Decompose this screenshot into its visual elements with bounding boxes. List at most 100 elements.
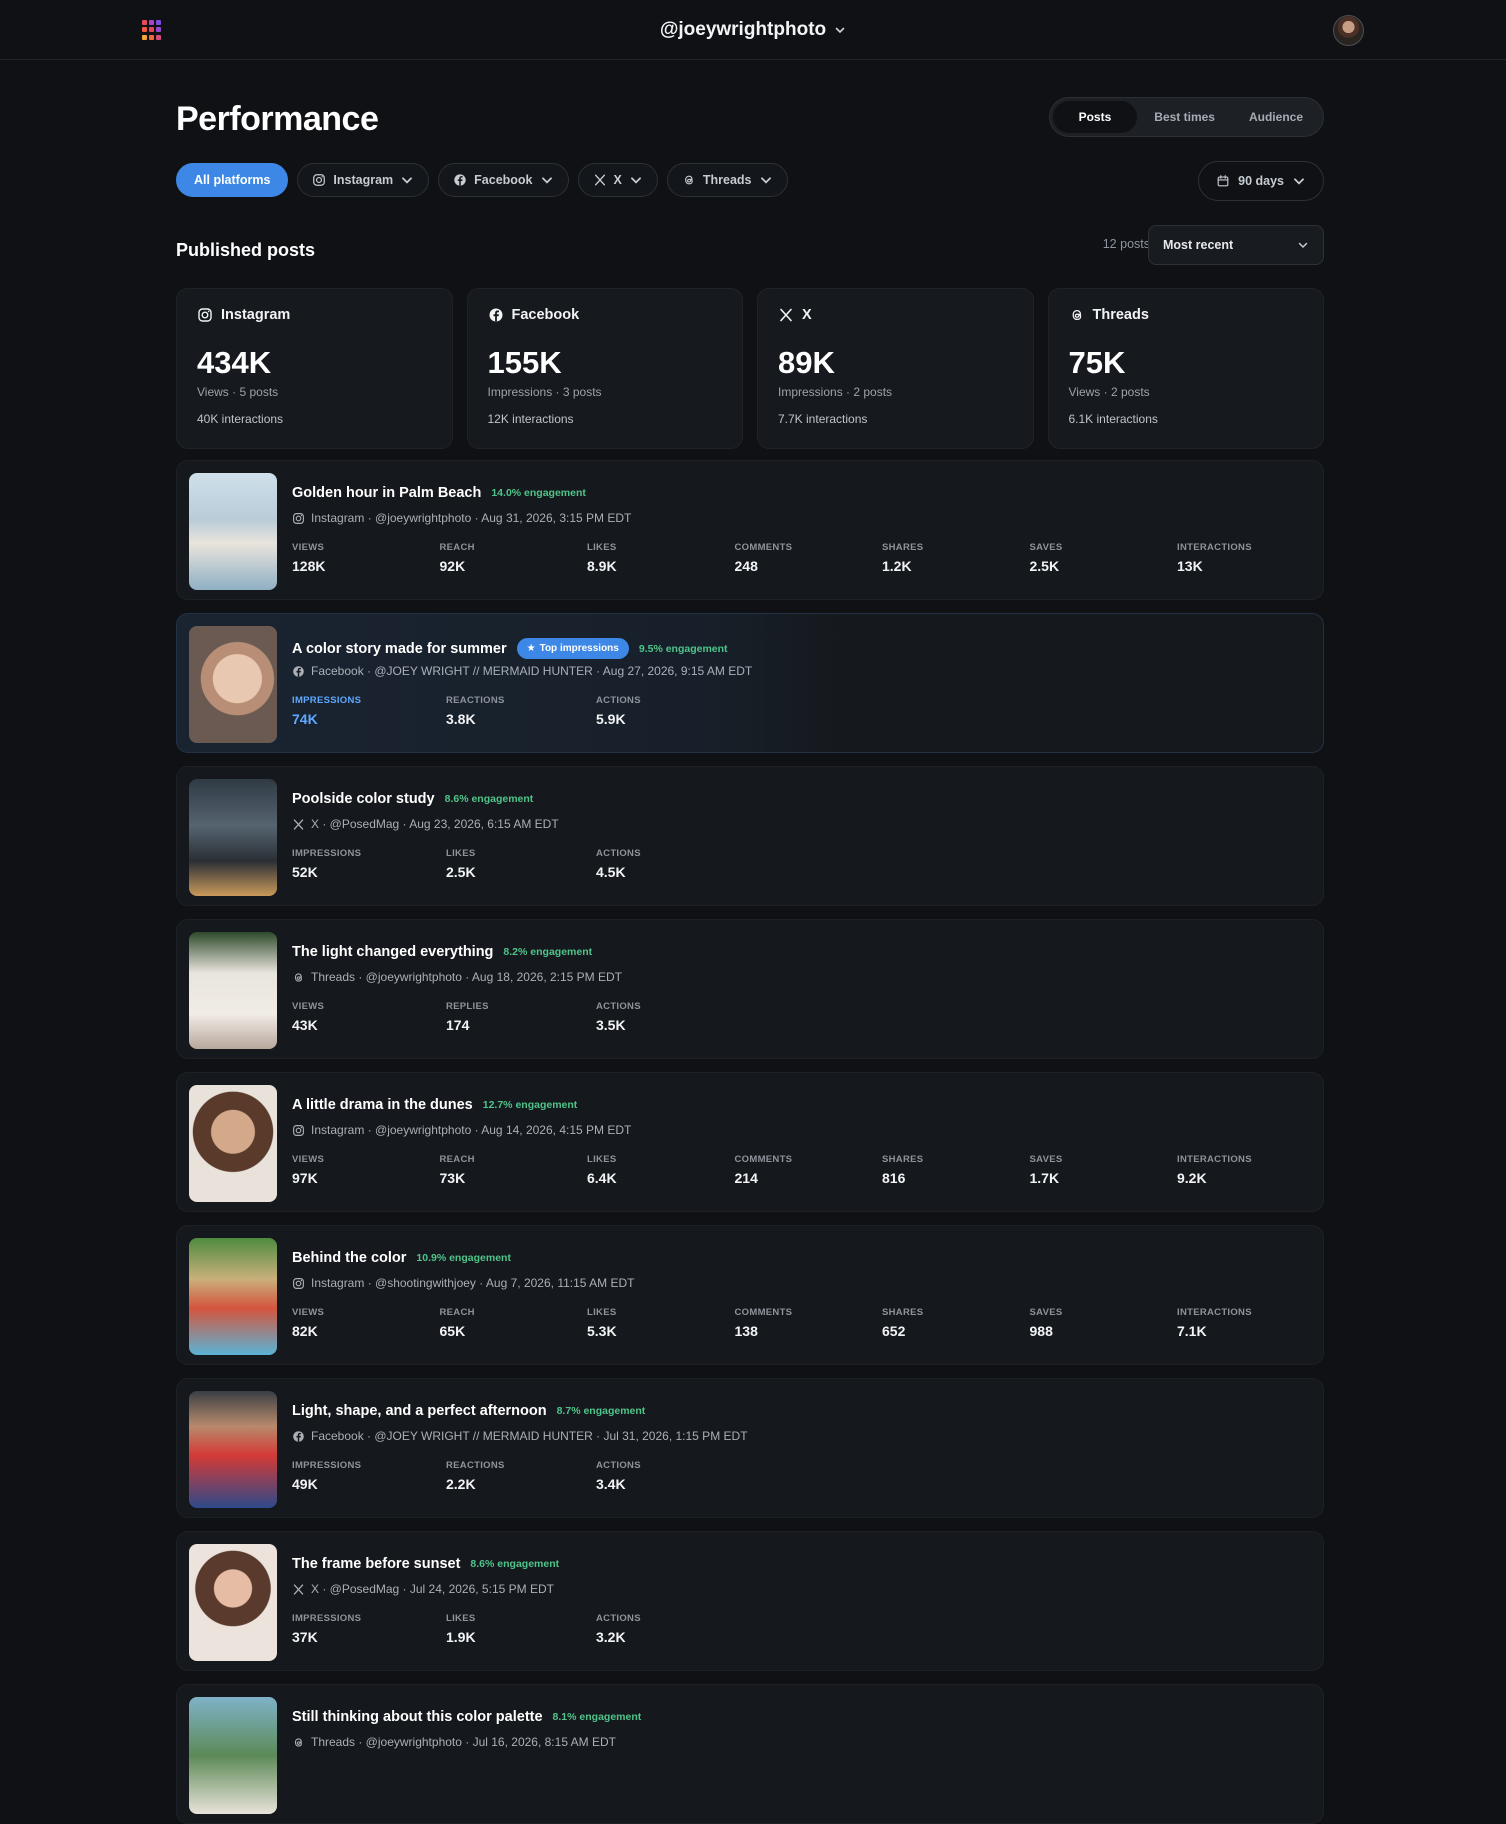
summary-platform-name: Instagram [221,307,291,323]
facebook-icon [292,665,305,678]
metric-value: 4.5K [596,864,626,880]
post-row[interactable]: A little drama in the dunes 12.7% engage… [176,1072,1324,1212]
chevron-down-icon [402,177,413,184]
metric-value: 82K [292,1323,318,1339]
app-grid-dot [156,27,161,33]
account-switcher[interactable]: @joeywrightphoto [660,19,846,41]
post-title[interactable]: Poolside color study [292,791,435,807]
metric-value: 92K [439,558,466,574]
engagement-rate: 12.7% engagement [482,1099,578,1111]
metric-label: INTERACTIONS [1177,1154,1252,1165]
metric-value: 1.2K [882,558,912,574]
post-thumbnail[interactable] [189,1391,277,1508]
summary-value: 89K [778,345,835,380]
filter-facebook[interactable]: Facebook [438,163,569,197]
x-icon [292,1583,305,1596]
sort-select[interactable]: Most recent [1148,225,1324,265]
tab-audience[interactable]: Audience [1232,101,1320,133]
post-thumbnail[interactable] [189,1697,277,1814]
metric: INTERACTIONS 13K [1177,542,1325,574]
app-grid-dot [156,34,161,40]
metric-label: SHARES [882,1307,924,1318]
metric-label: LIKES [446,1613,476,1624]
post-title[interactable]: Behind the color [292,1250,406,1266]
post-row[interactable]: Still thinking about this color palette … [176,1684,1324,1824]
post-title[interactable]: The frame before sunset [292,1556,460,1572]
filter-instagram[interactable]: Instagram [297,163,430,197]
post-meta-text: Facebook · @JOEY WRIGHT // MERMAID HUNTE… [311,1429,748,1443]
platform-summary: Instagram 434K Views · 5 posts 40K inter… [176,288,1324,449]
metric: VIEWS 43K [292,1001,446,1033]
post-row[interactable]: Poolside color study 8.6% engagement X ·… [176,766,1324,906]
post-thumbnail[interactable] [189,932,277,1049]
post-title[interactable]: A little drama in the dunes [292,1097,473,1113]
post-row[interactable]: Light, shape, and a perfect afternoon 8.… [176,1378,1324,1518]
summary-card-instagram[interactable]: Instagram 434K Views · 5 posts 40K inter… [176,288,453,449]
filter-x[interactable]: X [577,163,658,197]
metric-label: VIEWS [292,1001,325,1012]
post-row[interactable]: A color story made for summer ★ Top impre… [176,613,1324,753]
metric-value: 9.2K [1177,1170,1207,1186]
engagement-rate: 10.9% engagement [416,1252,511,1264]
tab-posts[interactable]: Posts [1052,101,1138,133]
post-row[interactable]: The frame before sunset 8.6% engagement … [176,1531,1324,1671]
metric-value: 97K [292,1170,318,1186]
metric-label: ACTIONS [596,1613,641,1624]
post-title[interactable]: Still thinking about this color palette [292,1709,543,1725]
filter-threads[interactable]: Threads [666,163,788,197]
post-thumbnail[interactable] [189,1238,277,1355]
summary-platform-name: X [802,307,812,323]
metric-value: 5.3K [587,1323,617,1339]
instagram-icon [292,1124,305,1137]
metric: SAVES 1.7K [1030,1154,1178,1186]
summary-card-facebook[interactable]: Facebook 155K Impressions · 3 posts 12K … [466,288,743,449]
post-row[interactable]: The light changed everything 8.2% engage… [176,919,1324,1059]
metric-label: LIKES [587,1154,617,1165]
app-launcher-icon[interactable] [142,20,162,40]
threads-icon [292,971,305,984]
metric: VIEWS 128K [292,542,440,574]
app-grid-dot [149,20,154,25]
avatar[interactable] [1333,15,1364,46]
sort-label: Most recent [1163,238,1234,252]
summary-interactions: 40K interactions [197,412,284,426]
metric-label: SHARES [882,542,924,553]
metric-label: REACH [439,542,475,553]
metric: INTERACTIONS 7.1K [1177,1307,1325,1339]
filter-label: Threads [702,173,752,187]
post-title-row: Behind the color 10.9% engagement [292,1250,511,1266]
post-title[interactable]: A color story made for summer [292,641,507,657]
post-metrics: IMPRESSIONS 37K LIKES 1.9K ACTIONS 3.2K [292,1613,750,1645]
summary-platform-name: Facebook [511,307,580,323]
post-title[interactable]: The light changed everything [292,944,493,960]
summary-card-header: Threads [1069,307,1304,323]
tab-best-times[interactable]: Best times [1137,101,1232,133]
engagement-rate: 8.6% engagement [444,793,534,805]
summary-card-threads[interactable]: Threads 75K Views · 2 posts 6.1K interac… [1047,288,1324,449]
platform-filters: All platforms Instagram Facebook X Threa… [176,163,788,197]
post-row[interactable]: Golden hour in Palm Beach 14.0% engageme… [176,460,1324,600]
post-thumbnail[interactable] [189,1544,277,1661]
filter-all-platforms[interactable]: All platforms [176,163,289,197]
summary-value: 434K [197,345,272,380]
post-meta-text: Threads · @joeywrightphoto · Aug 18, 202… [311,970,623,984]
x-icon [594,174,605,186]
metric-label: COMMENTS [734,1307,793,1318]
chevron-down-icon [1294,178,1304,185]
calendar-icon [1217,175,1229,187]
post-title-row: A little drama in the dunes 12.7% engage… [292,1097,577,1113]
post-thumbnail[interactable] [189,1085,277,1202]
post-title[interactable]: Golden hour in Palm Beach [292,485,481,501]
app-grid-dot [142,27,147,33]
post-row[interactable]: Behind the color 10.9% engagement Instag… [176,1225,1324,1365]
post-thumbnail[interactable] [189,626,277,743]
date-range-select[interactable]: 90 days [1198,161,1324,201]
metric-label: SAVES [1029,542,1063,553]
post-thumbnail[interactable] [189,779,277,896]
post-title[interactable]: Light, shape, and a perfect afternoon [292,1403,547,1419]
engagement-rate: 8.1% engagement [552,1711,642,1723]
summary-card-x[interactable]: X 89K Impressions · 2 posts 7.7K interac… [757,288,1034,449]
metric-label: ACTIONS [596,1460,641,1471]
post-thumbnail[interactable] [189,473,277,590]
top-impressions-badge: ★ Top impressions [516,638,629,659]
